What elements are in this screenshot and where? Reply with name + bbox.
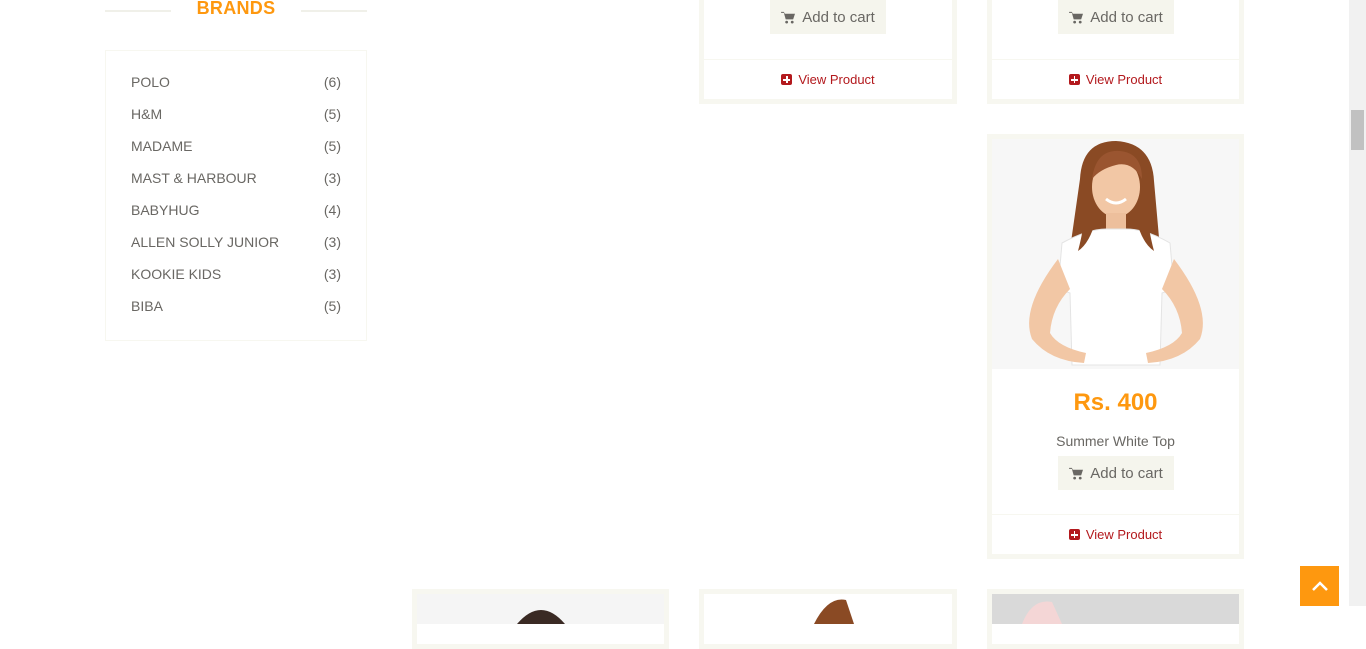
page-scrollbar[interactable] (1349, 0, 1366, 606)
product-image[interactable] (992, 139, 1239, 369)
product-price: Rs. 400 (1073, 389, 1158, 416)
brand-count: (3) (323, 266, 341, 282)
scrollbar-thumb[interactable] (1351, 110, 1364, 150)
brands-header: BRANDS (105, 0, 367, 22)
brand-item-kookie-kids[interactable]: KOOKIE KIDS (3) (131, 266, 341, 286)
product-image[interactable] (704, 594, 952, 624)
brand-count: (5) (323, 298, 341, 314)
add-to-cart-button[interactable]: Add to cart (1058, 0, 1174, 34)
brand-item-allen-solly-junior[interactable]: ALLEN SOLLY JUNIOR (3) (131, 234, 341, 254)
add-to-cart-button[interactable]: Add to cart (770, 0, 886, 34)
shopping-cart-icon (781, 11, 796, 24)
brand-count: (3) (323, 234, 341, 250)
product-image[interactable] (992, 594, 1239, 624)
plus-square-icon (781, 74, 793, 85)
product-card (412, 589, 669, 649)
brand-name[interactable]: KOOKIE KIDS (131, 266, 221, 282)
product-card (699, 589, 957, 649)
plus-square-icon (1068, 529, 1080, 540)
brand-name[interactable]: MADAME (131, 138, 192, 154)
brand-name[interactable]: MAST & HARBOUR (131, 170, 257, 186)
shopping-cart-icon (1069, 467, 1084, 480)
view-product-label: View Product (1085, 72, 1163, 87)
view-product-link[interactable]: View Product (704, 59, 952, 99)
brands-title-line-right (301, 10, 367, 12)
view-product-link[interactable]: View Product (992, 59, 1239, 99)
shopping-cart-icon (1069, 11, 1084, 24)
product-card-summer-white-top: Rs. 400 Summer White Top Add to cart Vie… (987, 134, 1244, 559)
product-card: Add to cart View Product (987, 0, 1244, 104)
brand-count: (5) (323, 106, 341, 122)
brand-item-polo[interactable]: POLO (6) (131, 74, 341, 94)
brand-count: (3) (323, 170, 341, 186)
brand-item-hm[interactable]: H&M (5) (131, 106, 341, 126)
add-to-cart-button[interactable]: Add to cart (1058, 456, 1174, 490)
chevron-up-icon (1311, 581, 1328, 591)
brand-item-madame[interactable]: MADAME (5) (131, 138, 341, 158)
plus-square-icon (1068, 74, 1080, 85)
brand-name[interactable]: POLO (131, 74, 170, 90)
brand-count: (5) (323, 138, 341, 154)
brand-count: (6) (323, 74, 341, 90)
add-to-cart-label: Add to cart (802, 8, 875, 26)
brand-count: (4) (323, 202, 341, 218)
add-to-cart-label: Add to cart (1090, 8, 1163, 26)
brand-item-biba[interactable]: BIBA (5) (131, 298, 341, 318)
view-product-label: View Product (1085, 527, 1163, 542)
brand-name[interactable]: H&M (131, 106, 162, 122)
brands-list: POLO (6) H&M (5) MADAME (5) MAST & HARBO… (105, 50, 367, 341)
brand-item-babyhug[interactable]: BABYHUG (4) (131, 202, 341, 222)
product-card: Add to cart View Product (699, 0, 957, 104)
brand-name[interactable]: ALLEN SOLLY JUNIOR (131, 234, 279, 250)
view-product-label: View Product (798, 72, 875, 87)
brand-name[interactable]: BABYHUG (131, 202, 199, 218)
brand-name[interactable]: BIBA (131, 298, 163, 314)
scroll-to-top-button[interactable] (1300, 566, 1339, 606)
product-image[interactable] (417, 594, 664, 624)
add-to-cart-label: Add to cart (1090, 464, 1163, 482)
view-product-link[interactable]: View Product (992, 514, 1239, 554)
product-photo-girl-white-top (992, 139, 1239, 369)
brand-item-mast-harbour[interactable]: MAST & HARBOUR (3) (131, 170, 341, 190)
product-card (987, 589, 1244, 649)
product-name: Summer White Top (1056, 433, 1175, 449)
